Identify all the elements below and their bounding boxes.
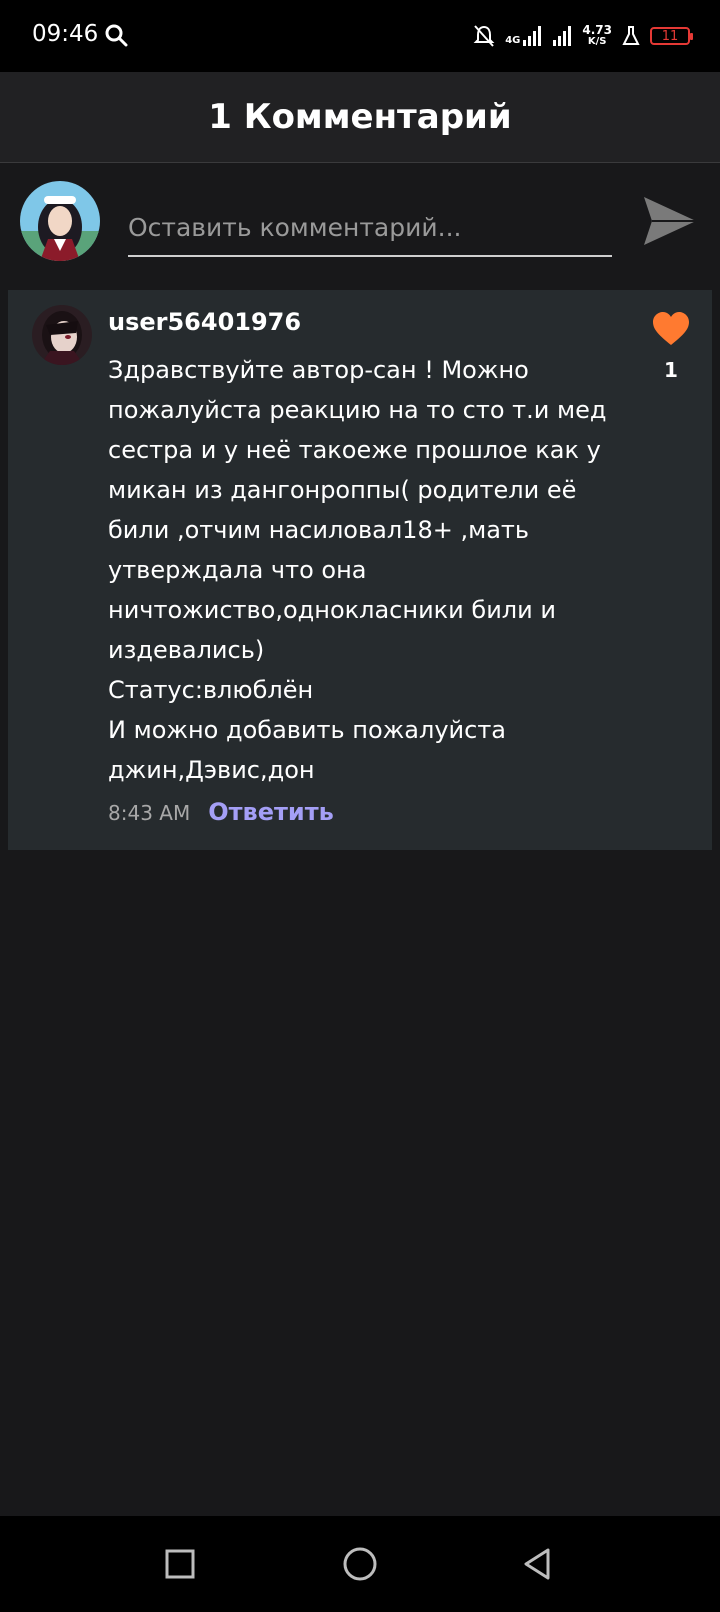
comment-time: 8:43 AM bbox=[108, 801, 191, 825]
comment-username[interactable]: user56401976 bbox=[108, 308, 301, 336]
reply-button[interactable]: Ответить bbox=[208, 798, 334, 826]
circle-icon[interactable] bbox=[340, 1544, 380, 1584]
system-nav-bar bbox=[0, 1516, 720, 1612]
page-title: 1 Комментарий bbox=[208, 97, 512, 137]
comment-meta: 8:43 AM Ответить bbox=[108, 798, 334, 826]
flask-icon bbox=[622, 26, 640, 45]
comment-input[interactable] bbox=[128, 199, 612, 257]
avatar[interactable] bbox=[20, 181, 100, 261]
speed-unit: K/S bbox=[587, 36, 607, 47]
back-triangle-icon[interactable] bbox=[518, 1544, 558, 1584]
search-icon bbox=[105, 24, 128, 47]
battery-icon: 11 bbox=[650, 27, 693, 45]
comment-composer bbox=[0, 163, 720, 283]
avatar-image bbox=[20, 181, 100, 261]
status-time: 09:46 bbox=[32, 21, 99, 47]
commenter-avatar[interactable] bbox=[32, 305, 92, 365]
status-bar: 09:46 4G 4.73 K/S 11 bbox=[0, 0, 720, 72]
comments-header: 1 Комментарий bbox=[0, 72, 720, 163]
commenter-avatar-image bbox=[32, 305, 92, 365]
network-type: 4G bbox=[505, 35, 521, 46]
comment-text: Здравствуйте автор-сан ! Можно пожалуйст… bbox=[108, 356, 607, 784]
square-icon[interactable] bbox=[160, 1544, 200, 1584]
network-indicator: 4G bbox=[505, 26, 542, 46]
status-icons: 4G 4.73 K/S 11 bbox=[473, 22, 693, 50]
speed-value: 4.73 bbox=[582, 23, 612, 37]
send-icon[interactable] bbox=[640, 191, 700, 251]
signal-icon bbox=[523, 26, 542, 46]
battery-level: 11 bbox=[661, 28, 679, 44]
like-count: 1 bbox=[664, 358, 678, 382]
signal-icon-2 bbox=[553, 26, 572, 46]
network-speed: 4.73 K/S bbox=[582, 24, 612, 48]
comment-item: user56401976 Здравствуйте автор-сан ! Мо… bbox=[8, 290, 712, 850]
bell-off-icon bbox=[473, 25, 495, 47]
heart-icon[interactable] bbox=[652, 312, 690, 346]
